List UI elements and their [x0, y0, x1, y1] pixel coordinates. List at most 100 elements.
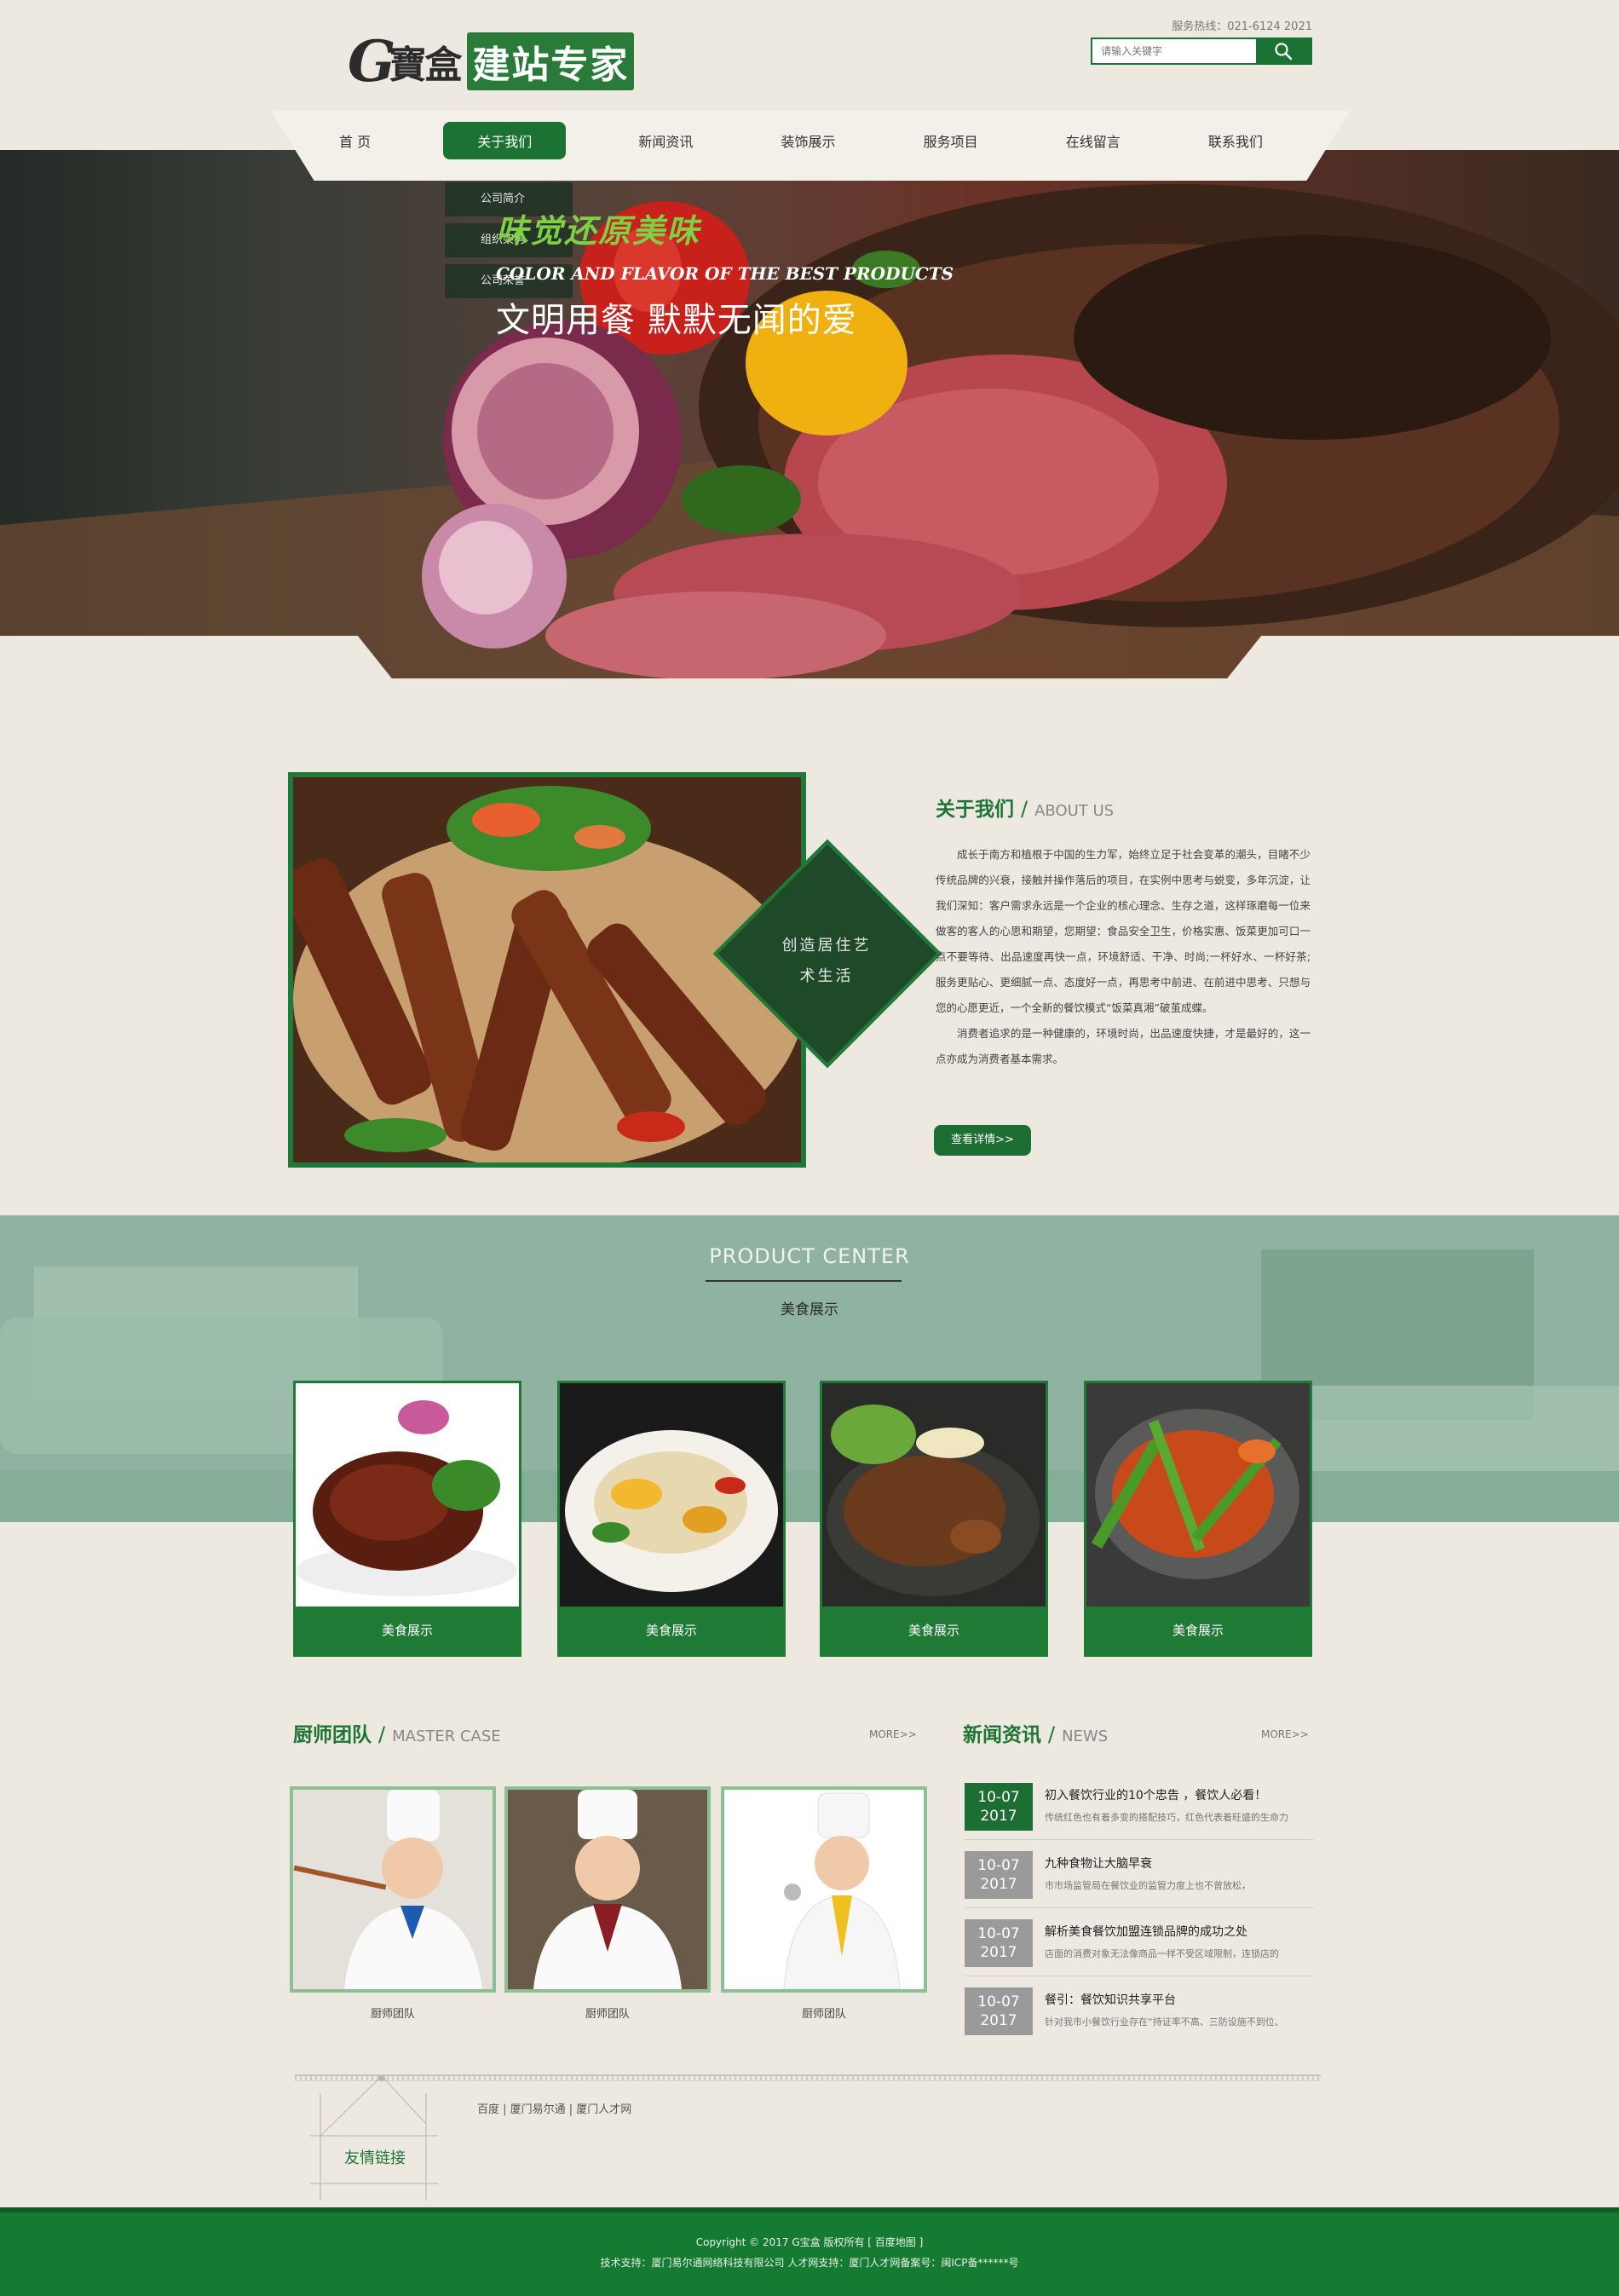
news-headline[interactable]: 初入餐饮行业的10个忠告 ，餐饮人必看！: [1045, 1786, 1314, 1803]
chef-more-link[interactable]: MORE>>: [869, 1728, 917, 1740]
search-icon: [1275, 43, 1293, 61]
diamond-text-line2: 术生活: [799, 967, 854, 985]
nav-news[interactable]: 新闻资讯: [623, 123, 708, 159]
news-divider: [965, 1839, 1314, 1840]
news-date-year: 2017: [980, 1944, 1017, 1961]
friendly-links-label: 友情链接: [344, 2149, 406, 2167]
news-summary: 传统红色也有着多变的搭配技巧，红色代表着旺盛的生命力: [1045, 1812, 1288, 1823]
news-title-cn: 新闻资讯: [963, 1724, 1041, 1746]
news-date-badge: 10-07 2017: [965, 1919, 1033, 1967]
news-date-day: 10-07: [977, 1789, 1020, 1806]
news-title-en: NEWS: [1062, 1728, 1109, 1745]
news-item[interactable]: 10-07 2017 解析美食餐饮加盟连锁品牌的成功之处 店面的消费对象无法像商…: [965, 1919, 1314, 1967]
product-label: 美食展示: [381, 1623, 433, 1638]
ribs-dish-image: [293, 777, 801, 1162]
about-more-button[interactable]: 查看详情>>: [934, 1125, 1031, 1156]
news-summary: 针对我市小餐饮行业存在“持证率不高、三防设施不到位、: [1045, 2016, 1284, 2028]
news-date-day: 10-07: [977, 1857, 1020, 1874]
about-description: 成长于南方和植根于中国的生力军，始终立足于社会变革的潮头，目睹不少传统品牌的兴衰…: [936, 842, 1311, 1072]
news-title-separator: /: [1048, 1722, 1056, 1746]
news-item[interactable]: 10-07 2017 九种食物让大脑早衰 市市场监管局在餐饮业的监管力度上也不曾…: [965, 1851, 1314, 1899]
news-date-badge: 10-07 2017: [965, 1987, 1033, 2035]
search-input[interactable]: [1092, 39, 1256, 63]
news-date-day: 10-07: [977, 1993, 1020, 2010]
news-headline[interactable]: 餐引：餐饮知识共享平台: [1045, 1991, 1314, 2008]
nav-about[interactable]: 关于我们: [443, 122, 567, 159]
links-divider: [295, 2074, 1321, 2081]
about-diamond-text: 创造居住艺 术生活: [741, 931, 912, 992]
site-logo[interactable]: G 寶盒 建站专家: [348, 31, 671, 92]
main-nav: 首 页 关于我们 新闻资讯 装饰展示 服务项目 在线留言 联系我们: [324, 122, 1278, 159]
chef-title-separator: /: [378, 1722, 386, 1746]
news-heading: 新闻资讯 / NEWS: [963, 1718, 1108, 1747]
news-date-badge: 10-07 2017: [965, 1851, 1033, 1899]
chef-caption: 厨师团队: [370, 2008, 415, 2021]
nav-decor[interactable]: 装饰展示: [766, 123, 851, 159]
news-headline[interactable]: 解析美食餐饮加盟连锁品牌的成功之处: [1045, 1923, 1314, 1940]
banner-english-slogan: COLOR AND FLAVOR OF THE BEST PRODUCTS: [496, 263, 954, 284]
about-image: [288, 772, 806, 1168]
chef-photo[interactable]: [290, 1786, 496, 1993]
news-more-link[interactable]: MORE>>: [1261, 1728, 1309, 1740]
about-title-separator: /: [1021, 797, 1028, 821]
logo-tagline: 建站专家: [467, 32, 635, 90]
news-summary: 市市场监管局在餐饮业的监管力度上也不曾放松，: [1045, 1880, 1251, 1891]
nav-contact[interactable]: 联系我们: [1193, 123, 1278, 159]
product-card[interactable]: 美食展示: [820, 1381, 1048, 1657]
product-image: [1086, 1383, 1310, 1607]
search-button[interactable]: [1256, 39, 1311, 63]
news-item[interactable]: 10-07 2017 餐引：餐饮知识共享平台 针对我市小餐饮行业存在“持证率不高…: [965, 1987, 1314, 2035]
news-content: 餐引：餐饮知识共享平台 针对我市小餐饮行业存在“持证率不高、三防设施不到位、: [1045, 1987, 1314, 2035]
product-card[interactable]: 美食展示: [557, 1381, 786, 1657]
chef-caption: 厨师团队: [801, 2008, 846, 2021]
links-frame-ornament: [310, 2076, 438, 2201]
nav-home[interactable]: 首 页: [324, 123, 386, 159]
news-headline[interactable]: 九种食物让大脑早衰: [1045, 1855, 1314, 1872]
banner-subheadline: 文明用餐 默默无闻的爱: [496, 301, 857, 340]
service-hotline: 服务热线：021-6124 2021: [1172, 20, 1312, 33]
about-title-cn: 关于我们: [936, 799, 1014, 821]
chef-portrait-image: [508, 1790, 707, 1989]
news-item[interactable]: 10-07 2017 初入餐饮行业的10个忠告 ，餐饮人必看！ 传统红色也有着多…: [965, 1783, 1314, 1831]
chef-photo[interactable]: [504, 1786, 711, 1993]
site-footer: [0, 2207, 1619, 2296]
search-box: [1091, 37, 1312, 65]
product-card[interactable]: 美食展示: [293, 1381, 521, 1657]
nav-services[interactable]: 服务项目: [908, 123, 994, 159]
product-image: [822, 1383, 1046, 1607]
news-date-year: 2017: [980, 2012, 1017, 2029]
banner-headline: 味觉还原美味: [496, 211, 701, 250]
friendly-links-list[interactable]: 百度 | 厦门易尔通 | 厦门人才网: [477, 2100, 631, 2116]
chef-title-cn: 厨师团队: [293, 1724, 372, 1746]
chef-portrait-image: [724, 1790, 924, 1989]
news-divider: [965, 1907, 1314, 1908]
about-heading: 关于我们 / ABOUT US: [936, 793, 1114, 822]
news-date-badge: 10-07 2017: [965, 1783, 1033, 1831]
product-label: 美食展示: [645, 1623, 697, 1638]
banner-tagline: 味觉还原美味 COLOR AND FLAVOR OF THE BEST PROD…: [496, 205, 973, 342]
product-image: [296, 1383, 519, 1607]
news-summary: 店面的消费对象无法像商品一样不受区域限制，连锁店的: [1045, 1948, 1279, 1959]
news-date-day: 10-07: [977, 1925, 1020, 1942]
news-content: 九种食物让大脑早衰 市市场监管局在餐饮业的监管力度上也不曾放松，: [1045, 1851, 1314, 1899]
about-paragraph-2: 消费者追求的是一种健康的，环境时尚，出品速度快捷，才是最好的，这一点亦成为消费者…: [936, 1027, 1311, 1065]
about-paragraph-1: 成长于南方和植根于中国的生力军，始终立足于社会变革的潮头，目睹不少传统品牌的兴衰…: [936, 848, 1311, 1014]
product-label: 美食展示: [907, 1623, 959, 1638]
news-date-year: 2017: [980, 1876, 1017, 1893]
chef-portrait-image: [293, 1790, 493, 1989]
product-card[interactable]: 美食展示: [1084, 1381, 1312, 1657]
product-center-subtitle: 美食展示: [781, 1301, 838, 1318]
product-label: 美食展示: [1172, 1623, 1224, 1638]
news-content: 初入餐饮行业的10个忠告 ，餐饮人必看！ 传统红色也有着多变的搭配技巧，红色代表…: [1045, 1783, 1314, 1831]
diamond-text-line1: 创造居住艺: [781, 937, 872, 955]
product-center-title: PRODUCT CENTER: [709, 1244, 910, 1268]
news-date-year: 2017: [980, 1808, 1017, 1825]
chef-photo[interactable]: [721, 1786, 927, 1993]
logo-brand-text: 寶盒: [389, 43, 462, 87]
about-title-en: ABOUT US: [1034, 802, 1115, 820]
product-image: [560, 1383, 783, 1607]
footer-tech-support: 技术支持：厦门易尔通网络科技有限公司 人才网支持：厦门人才网备案号：闽ICP备*…: [600, 2257, 1019, 2269]
nav-message[interactable]: 在线留言: [1051, 123, 1136, 159]
chef-caption: 厨师团队: [585, 2008, 630, 2021]
product-center-divider: [706, 1280, 902, 1282]
